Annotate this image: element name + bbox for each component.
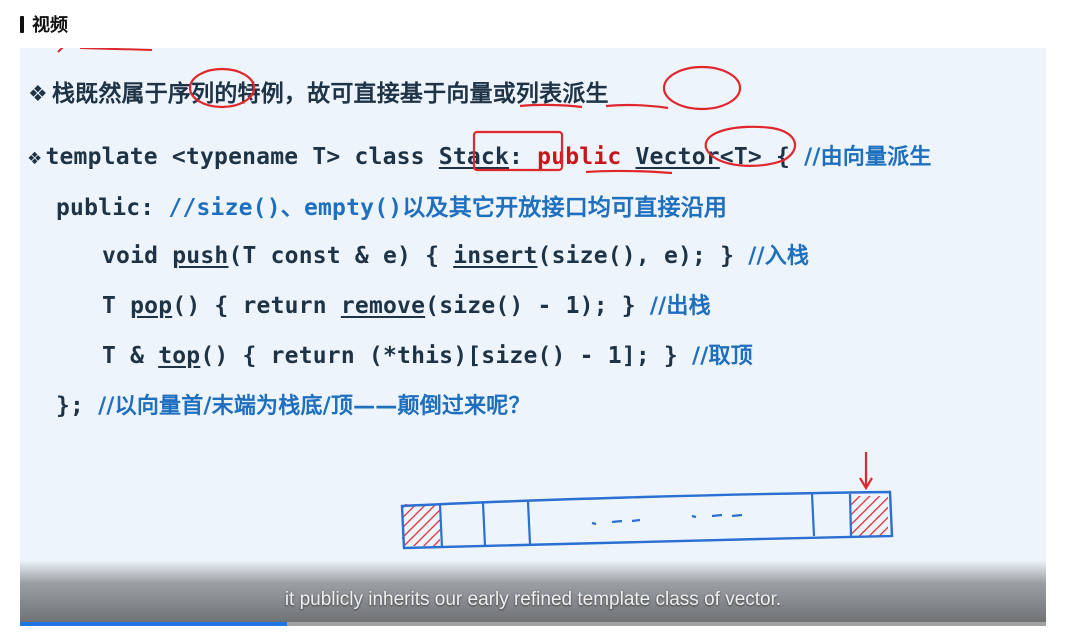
code-vector-class: Vector bbox=[635, 144, 720, 170]
code-remove-args: (size() - 1); } bbox=[425, 293, 650, 319]
code-pop-method: pop bbox=[130, 293, 173, 319]
page: 视频 ❖ 栈既然属于序列的特例，故可直接基于向量或列表派生 ❖ template <… bbox=[0, 0, 1080, 641]
code-top-body: () { return (*this)[size() - 1]; } bbox=[200, 343, 693, 369]
code-comment-pop: //出栈 bbox=[649, 294, 711, 319]
code-stack-class: Stack bbox=[438, 144, 510, 170]
section-header: 视频 bbox=[20, 11, 68, 37]
code-push-params: (T const & e) { bbox=[228, 243, 454, 269]
code-comment-push: //入栈 bbox=[748, 244, 810, 269]
code-top-type: T & bbox=[102, 343, 159, 369]
code-void: void bbox=[102, 243, 173, 269]
bullet-icon: ❖ bbox=[28, 145, 42, 170]
code-comment-top: //取顶 bbox=[692, 344, 753, 369]
code-remove-call: remove bbox=[340, 293, 426, 319]
underline-annotation bbox=[605, 103, 669, 110]
slide-line-5: T pop() { return remove(size() - 1); } /… bbox=[102, 288, 711, 320]
code-insert-call: insert bbox=[453, 243, 538, 269]
code-comment-interfaces: //size()、empty()以及其它开放接口均可直接沿用 bbox=[168, 195, 728, 221]
code-pop-type: T bbox=[102, 293, 131, 319]
underline-annotation bbox=[585, 169, 673, 175]
slide-line-1-text: 栈既然属于序列的特例，故可直接基于向量或列表派生 bbox=[51, 81, 609, 107]
code-colon: : bbox=[509, 144, 538, 170]
stray-mark bbox=[57, 48, 153, 53]
code-template-decl: template <typename T> class bbox=[45, 144, 439, 170]
code-top-method: top bbox=[158, 343, 201, 369]
video-subtitle: it publicly inherits our early refined t… bbox=[284, 589, 782, 610]
video-progress-bar[interactable] bbox=[20, 622, 1046, 626]
slide-line-6: T & top() { return (*this)[size() - 1]; … bbox=[102, 338, 753, 370]
circle-annotation bbox=[662, 65, 742, 111]
video-progress-fill bbox=[20, 622, 287, 626]
vector-sketch bbox=[400, 452, 894, 550]
code-comment-question: //以向量首/末端为栈底/顶——颠倒过来呢？ bbox=[98, 394, 531, 419]
code-public-keyword: public bbox=[537, 144, 622, 170]
slide-line-3: public: //size()、empty()以及其它开放接口均可直接沿用 bbox=[56, 188, 727, 222]
code-push-method: push bbox=[172, 243, 229, 269]
slide-line-2: ❖ template <typename T> class Stack: publ… bbox=[28, 139, 932, 171]
section-title: 视频 bbox=[32, 15, 68, 36]
handwritten-annotations bbox=[57, 48, 894, 550]
code-template-arg: <T> { bbox=[719, 144, 805, 170]
code-closing-brace: }; bbox=[56, 393, 99, 419]
code-pop-body: () { return bbox=[172, 293, 341, 319]
code-public-label: public: bbox=[56, 195, 169, 221]
slide-line-1: ❖ 栈既然属于序列的特例，故可直接基于向量或列表派生 bbox=[28, 74, 609, 108]
code-insert-args: (size(), e); } bbox=[537, 243, 749, 269]
video-player[interactable]: ❖ 栈既然属于序列的特例，故可直接基于向量或列表派生 ❖ template <typ… bbox=[20, 48, 1046, 626]
slide-line-7: }; //以向量首/末端为栈底/顶——颠倒过来呢？ bbox=[56, 388, 531, 420]
section-marker bbox=[20, 15, 24, 33]
slide-line-4: void push(T const & e) { insert(size(), … bbox=[102, 238, 809, 270]
code-comment-derived: //由向量派生 bbox=[804, 145, 932, 170]
bullet-icon: ❖ bbox=[28, 82, 48, 107]
